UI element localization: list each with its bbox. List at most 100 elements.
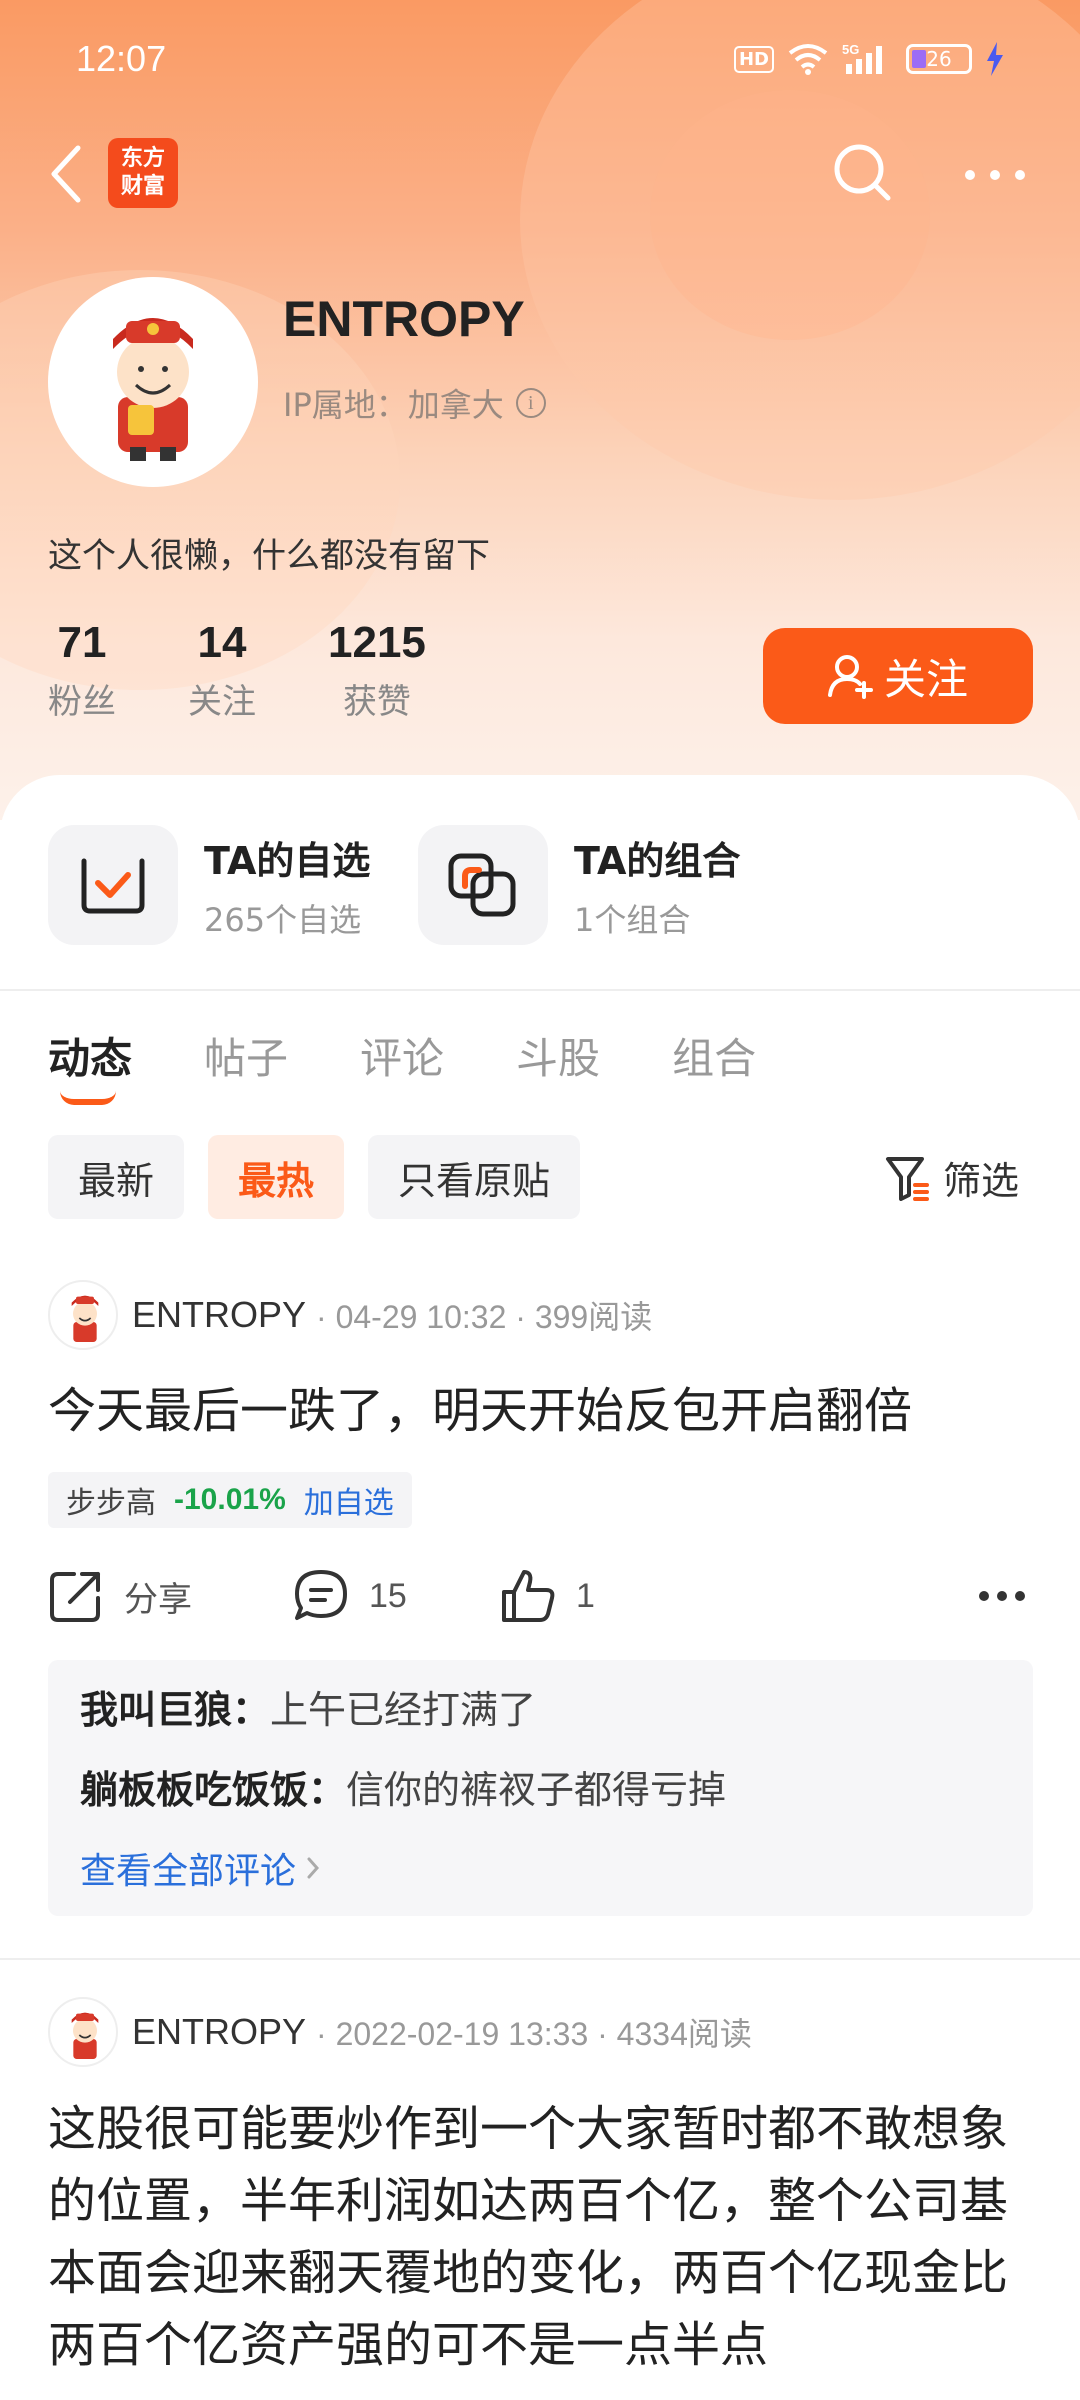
post-content[interactable]: 这股很可能要炒作到一个大家暂时都不敢想象的位置，半年利润如达两百个亿，整个公司基… xyxy=(48,2093,1038,2381)
like-button[interactable]: 1 xyxy=(500,1568,595,1624)
tab-indicator xyxy=(60,1091,116,1105)
follow-button[interactable]: 关注 xyxy=(763,628,1033,724)
profile-stats: 71 粉丝 14 关注 1215 获赞 xyxy=(48,618,498,723)
tab-portfolio[interactable]: 组合 xyxy=(672,1025,756,1086)
stock-tag[interactable]: 步步高 -10.01% 加自选 xyxy=(48,1472,412,1528)
caishen-avatar-icon xyxy=(71,1295,99,1342)
post-header[interactable]: ENTROPY · 2022-02-19 13:33 · 4334阅读 xyxy=(48,1997,752,2067)
quick-title: TA的自选 xyxy=(204,838,371,883)
see-all-label: 查看全部评论 xyxy=(80,1851,297,1892)
stock-name: 步步高 xyxy=(66,1486,156,1521)
comment-count: 15 xyxy=(369,1576,407,1615)
more-horizontal-icon xyxy=(965,170,1025,180)
post-more-button[interactable] xyxy=(978,1568,1028,1624)
caishen-avatar-icon xyxy=(71,2012,99,2059)
avatar[interactable] xyxy=(48,1280,118,1350)
post-meta: · 2022-02-19 13:33 · 4334阅读 xyxy=(316,2016,752,2052)
post-username[interactable]: ENTROPY xyxy=(132,2011,306,2053)
divider xyxy=(0,989,1080,991)
quick-text: TA的自选 265个自选 xyxy=(204,830,370,941)
status-time: 12:07 xyxy=(76,38,167,79)
portfolio-icon xyxy=(448,853,516,917)
stat-fans[interactable]: 71 粉丝 xyxy=(48,618,116,723)
caishen-avatar-icon xyxy=(113,318,193,461)
comment-icon xyxy=(295,1570,347,1620)
add-to-watchlist-link[interactable]: 加自选 xyxy=(304,1478,394,1522)
post-header[interactable]: ENTROPY · 04-29 10:32 · 399阅读 xyxy=(48,1280,652,1350)
ip-location: IP属地：加拿大 i xyxy=(283,380,546,426)
comment-preview: 我叫巨狼：上午已经打满了 躺板板吃饭饭：信你的裤衩子都得亏掉 查看全部评论 xyxy=(48,1660,1033,1916)
follow-label: 关注 xyxy=(883,654,968,704)
chevron-right-icon xyxy=(307,1857,320,1879)
post-meta: · 04-29 10:32 · 399阅读 xyxy=(316,1299,653,1335)
search-icon xyxy=(834,144,891,201)
filter-hottest[interactable]: 最热 xyxy=(208,1135,345,1219)
post-username[interactable]: ENTROPY xyxy=(132,1294,306,1336)
tab-dynamics[interactable]: 动态 xyxy=(48,1025,133,1105)
like-count: 1 xyxy=(576,1576,595,1615)
stock-change: -10.01% xyxy=(174,1483,286,1516)
svg-text:5G: 5G xyxy=(842,42,859,57)
share-icon xyxy=(50,1572,100,1622)
tab-posts[interactable]: 帖子 xyxy=(204,1025,288,1086)
avatar[interactable] xyxy=(48,1997,118,2067)
content-tabs: 动态 帖子 评论 斗股 组合 xyxy=(48,1025,828,1105)
stat-likes[interactable]: 1215 获赞 xyxy=(328,618,426,723)
quick-icon-box xyxy=(418,825,548,945)
signal-5g-icon: 5G xyxy=(842,42,882,74)
more-horizontal-icon xyxy=(979,1591,1025,1601)
stat-number: 14 xyxy=(197,618,247,667)
chevron-left-icon xyxy=(51,145,81,203)
avatar[interactable] xyxy=(48,277,258,487)
content-card: TA的自选 265个自选 TA的组合 1个组合 动态 帖子 评论 斗股 组合 最… xyxy=(0,775,1080,2400)
quick-subtitle: 1个组合 xyxy=(574,900,691,939)
more-button[interactable] xyxy=(960,150,1030,200)
divider xyxy=(0,1958,1080,1960)
profile-username: ENTROPY xyxy=(283,291,525,347)
tab-comments[interactable]: 评论 xyxy=(360,1025,444,1086)
filter-button[interactable]: 筛选 xyxy=(885,1150,1019,1205)
quick-title: TA的组合 xyxy=(574,838,741,883)
ip-location-text: IP属地：加拿大 xyxy=(283,386,504,424)
stat-number: 1215 xyxy=(328,618,426,667)
charging-icon xyxy=(987,42,1003,76)
stat-label: 粉丝 xyxy=(48,682,116,722)
quick-text: TA的组合 1个组合 xyxy=(574,830,740,941)
comment-text: 信你的裤衩子都得亏掉 xyxy=(346,1768,727,1812)
see-all-comments-link[interactable]: 查看全部评论 xyxy=(80,1842,1001,1894)
status-icons: HD 5G 26 xyxy=(733,42,1004,76)
portfolio-link[interactable]: TA的组合 1个组合 xyxy=(418,825,740,945)
tab-label: 动态 xyxy=(48,1034,133,1083)
filter-label: 筛选 xyxy=(943,1159,1020,1203)
status-bar: 12:07 HD 5G 26 xyxy=(0,30,1080,90)
watchlist-check-icon xyxy=(81,858,145,914)
stat-number: 71 xyxy=(57,618,107,667)
tab-stock-battle[interactable]: 斗股 xyxy=(516,1025,600,1086)
quick-subtitle: 265个自选 xyxy=(204,900,362,939)
info-icon[interactable]: i xyxy=(515,388,546,418)
filter-latest[interactable]: 最新 xyxy=(48,1135,185,1219)
add-user-icon xyxy=(827,655,873,699)
share-label: 分享 xyxy=(124,1579,192,1620)
filter-original-only[interactable]: 只看原贴 xyxy=(368,1135,581,1219)
logo-text: 东方 xyxy=(120,146,165,171)
share-button[interactable]: 分享 xyxy=(48,1568,192,1624)
wifi-icon xyxy=(788,44,828,75)
comment-item[interactable]: 我叫巨狼：上午已经打满了 xyxy=(80,1682,1001,1738)
comment-button[interactable]: 15 xyxy=(293,1568,407,1624)
sort-filters: 最新 最热 只看原贴 xyxy=(48,1135,581,1219)
app-logo: 东方 财富 xyxy=(108,138,178,208)
search-button[interactable] xyxy=(828,138,898,208)
comment-author: 躺板板吃饭饭： xyxy=(80,1768,347,1812)
tab-label: 帖子 xyxy=(204,1034,289,1083)
watchlist-link[interactable]: TA的自选 265个自选 xyxy=(48,825,370,945)
back-button[interactable] xyxy=(44,144,94,204)
quick-icon-box xyxy=(48,825,178,945)
filter-icon xyxy=(886,1156,929,1201)
thumbs-up-icon xyxy=(502,1570,555,1622)
comment-item[interactable]: 躺板板吃饭饭：信你的裤衩子都得亏掉 xyxy=(80,1762,1001,1818)
battery-level: 26 xyxy=(926,47,952,71)
top-nav: 东方 财富 xyxy=(0,130,1080,220)
stat-following[interactable]: 14 关注 xyxy=(188,618,256,723)
post-content[interactable]: 今天最后一跌了，明天开始反包开启翻倍 xyxy=(48,1375,1038,1447)
